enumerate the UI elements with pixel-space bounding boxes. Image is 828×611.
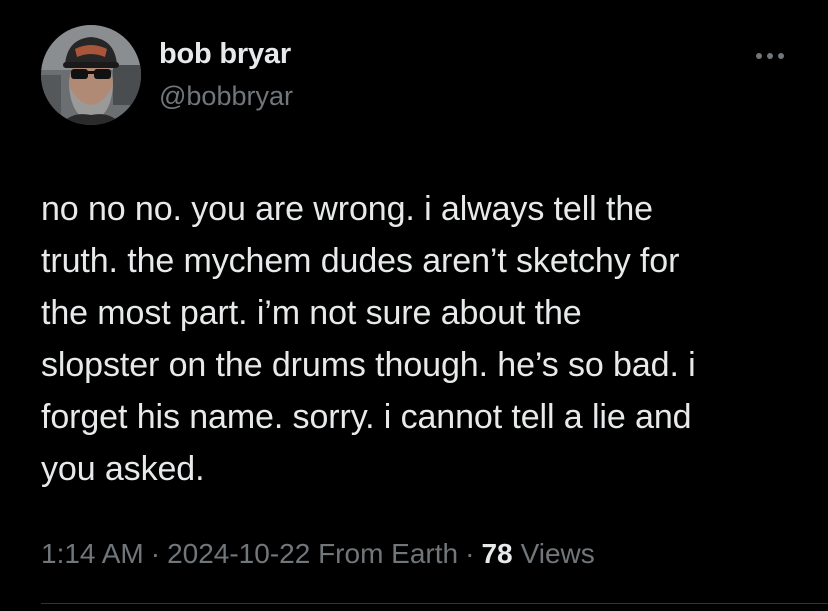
meta-separator: · bbox=[150, 538, 161, 569]
tweet-time[interactable]: 1:14 AM bbox=[41, 538, 144, 570]
divider bbox=[41, 603, 828, 604]
tweet-detail: bob bryar @bobbryar no no no. you are wr… bbox=[0, 0, 828, 611]
meta-separator: · bbox=[465, 538, 475, 569]
tweet-metadata: 1:14 AM · 2024-10-22 From Earth · 78 Vie… bbox=[41, 538, 595, 570]
tweet-text: no no no. you are wrong. i always tell t… bbox=[41, 190, 696, 488]
more-options-button[interactable] bbox=[752, 44, 788, 68]
avatar-photo-icon bbox=[41, 25, 141, 125]
views-label: Views bbox=[520, 538, 595, 569]
views-count[interactable]: 78 bbox=[481, 538, 512, 570]
author-handle[interactable]: @bobbryar bbox=[159, 81, 293, 112]
tweet-date-source[interactable]: 2024-10-22 From Earth bbox=[167, 538, 458, 570]
author-display-name[interactable]: bob bryar bbox=[159, 38, 291, 71]
more-horizontal-icon bbox=[756, 53, 784, 59]
avatar[interactable] bbox=[41, 25, 141, 125]
